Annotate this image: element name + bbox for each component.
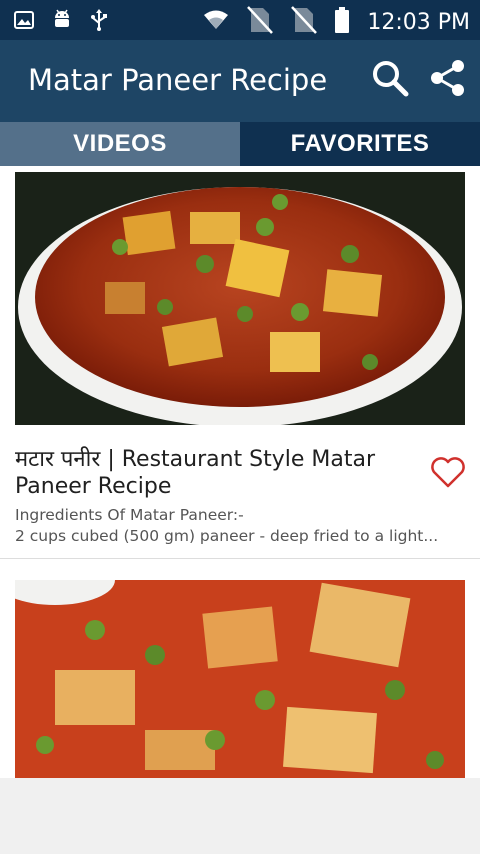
video-title: मटार पनीर | Restaurant Style Matar Panee… [15, 447, 376, 499]
android-icon [52, 9, 72, 36]
app-bar: Matar Paneer Recipe [0, 40, 480, 122]
app-title: Matar Paneer Recipe [28, 63, 328, 97]
favorite-button[interactable] [430, 456, 468, 490]
video-thumbnail[interactable] [15, 172, 465, 425]
wifi-icon [203, 9, 229, 36]
video-thumbnail[interactable] [15, 580, 465, 778]
description-line: Ingredients Of Matar Paneer:- [15, 506, 244, 524]
usb-icon [90, 9, 108, 36]
description-line: 2 cups cubed (500 gm) paneer - deep frie… [15, 527, 439, 545]
heart-outline-icon [430, 457, 466, 492]
share-button[interactable] [428, 59, 468, 102]
video-description: Ingredients Of Matar Paneer:- 2 cups cub… [15, 505, 445, 547]
no-sim-icon [291, 6, 318, 39]
divider [0, 558, 480, 559]
status-bar: 12:03 PM [0, 0, 480, 40]
search-button[interactable] [370, 60, 410, 100]
share-icon [429, 59, 467, 102]
empty-area [0, 778, 480, 854]
tab-favorites[interactable]: FAVORITES [240, 122, 480, 166]
search-icon [371, 59, 409, 102]
video-list: मटार पनीर | Restaurant Style Matar Panee… [0, 166, 480, 778]
tab-bar: VIDEOS FAVORITES [0, 122, 480, 166]
tab-videos[interactable]: VIDEOS [0, 122, 240, 166]
battery-icon [335, 7, 350, 38]
image-icon [14, 10, 34, 35]
no-sim-icon [247, 6, 274, 39]
clock: 12:03 PM [367, 10, 470, 35]
